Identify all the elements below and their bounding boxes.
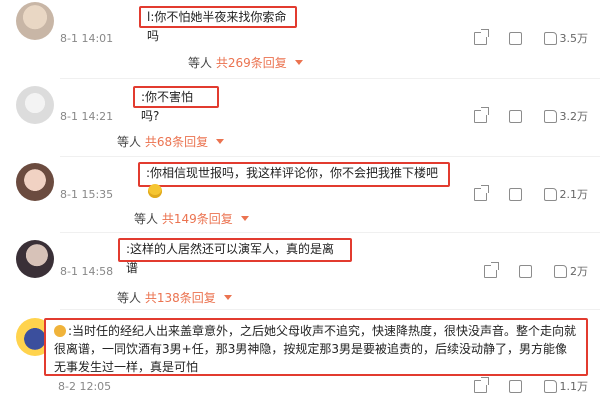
- like-button[interactable]: 3.2万: [543, 108, 589, 124]
- share-icon[interactable]: [484, 261, 499, 278]
- comment-text: :当时任的经纪人出来盖章意外，之后她父母收声不追究，快速降热度，很快没声音。整个…: [44, 318, 588, 376]
- comment-date: 8-1 14:58: [60, 265, 114, 278]
- like-count: 3.5万: [559, 32, 589, 45]
- like-button[interactable]: 3.5万: [543, 30, 589, 46]
- comment-text: l:你不怕她半夜来找你索命吗: [139, 6, 297, 43]
- reply-toggle[interactable]: 等人 共149条回复: [134, 210, 249, 227]
- like-icon: [543, 379, 557, 393]
- share-icon[interactable]: [473, 376, 489, 393]
- avatar[interactable]: [16, 2, 54, 40]
- share-icon[interactable]: [473, 28, 489, 45]
- comment-text: :你不害怕吗?: [133, 86, 219, 123]
- reply-prefix: 等人: [188, 56, 213, 70]
- like-count: 2.1万: [559, 188, 589, 201]
- avatar[interactable]: [16, 86, 54, 124]
- reply-toggle[interactable]: 等人 共68条回复: [117, 133, 224, 150]
- like-icon: [543, 31, 557, 45]
- like-icon: [543, 109, 557, 123]
- reply-prefix: 等人: [134, 212, 159, 226]
- chevron-down-icon: [294, 60, 303, 65]
- reply-count: 共269条回复: [215, 56, 287, 70]
- share-icon[interactable]: [473, 184, 489, 201]
- avatar[interactable]: [16, 163, 54, 201]
- like-button[interactable]: 1.1万: [543, 378, 589, 394]
- chevron-down-icon: [223, 295, 232, 300]
- comment-icon[interactable]: [508, 31, 522, 45]
- reply-count: 共149条回复: [161, 212, 233, 226]
- like-icon: [543, 187, 557, 201]
- comment-icon[interactable]: [508, 187, 522, 201]
- comment-date: 8-2 12:05: [58, 380, 112, 393]
- comment-text: :你相信现世报吗，我这样评论你，你不会把我推下楼吧: [138, 162, 450, 198]
- comment-text: :这样的人居然还可以演军人，真的是离谱: [118, 238, 352, 275]
- like-icon: [554, 264, 567, 278]
- divider: [60, 78, 600, 79]
- chevron-down-icon: [215, 139, 224, 144]
- comment-date: 8-1 14:01: [60, 32, 114, 45]
- like-count: 1.1万: [559, 380, 589, 393]
- divider: [60, 309, 600, 310]
- like-count: 3.2万: [559, 110, 589, 123]
- chevron-down-icon: [240, 216, 249, 221]
- comment-date: 8-1 15:35: [60, 188, 114, 201]
- comment-date: 8-1 14:21: [60, 110, 114, 123]
- comment-icon[interactable]: [519, 264, 532, 278]
- share-icon[interactable]: [473, 106, 489, 123]
- reply-count: 共68条回复: [144, 135, 209, 149]
- like-button[interactable]: 2万: [554, 263, 588, 279]
- comment-icon[interactable]: [508, 109, 522, 123]
- reply-toggle[interactable]: 等人 共269条回复: [188, 54, 303, 71]
- reply-prefix: 等人: [117, 135, 142, 149]
- comment-actions: 2万: [484, 261, 588, 279]
- emoji-face-icon: [54, 325, 66, 337]
- emoji-face-icon: [148, 184, 162, 198]
- reply-count: 共138条回复: [144, 291, 216, 305]
- divider: [60, 232, 600, 233]
- comment-actions: 1.1万: [473, 376, 589, 394]
- divider: [60, 156, 600, 157]
- avatar[interactable]: [16, 240, 54, 278]
- like-count: 2万: [570, 265, 588, 278]
- comment-actions: 3.2万: [473, 106, 589, 124]
- comment-actions: 3.5万: [473, 28, 589, 46]
- comment-icon[interactable]: [508, 379, 522, 393]
- like-button[interactable]: 2.1万: [543, 186, 589, 202]
- reply-prefix: 等人: [117, 291, 142, 305]
- reply-toggle[interactable]: 等人 共138条回复: [117, 289, 232, 306]
- comment-actions: 2.1万: [473, 184, 589, 202]
